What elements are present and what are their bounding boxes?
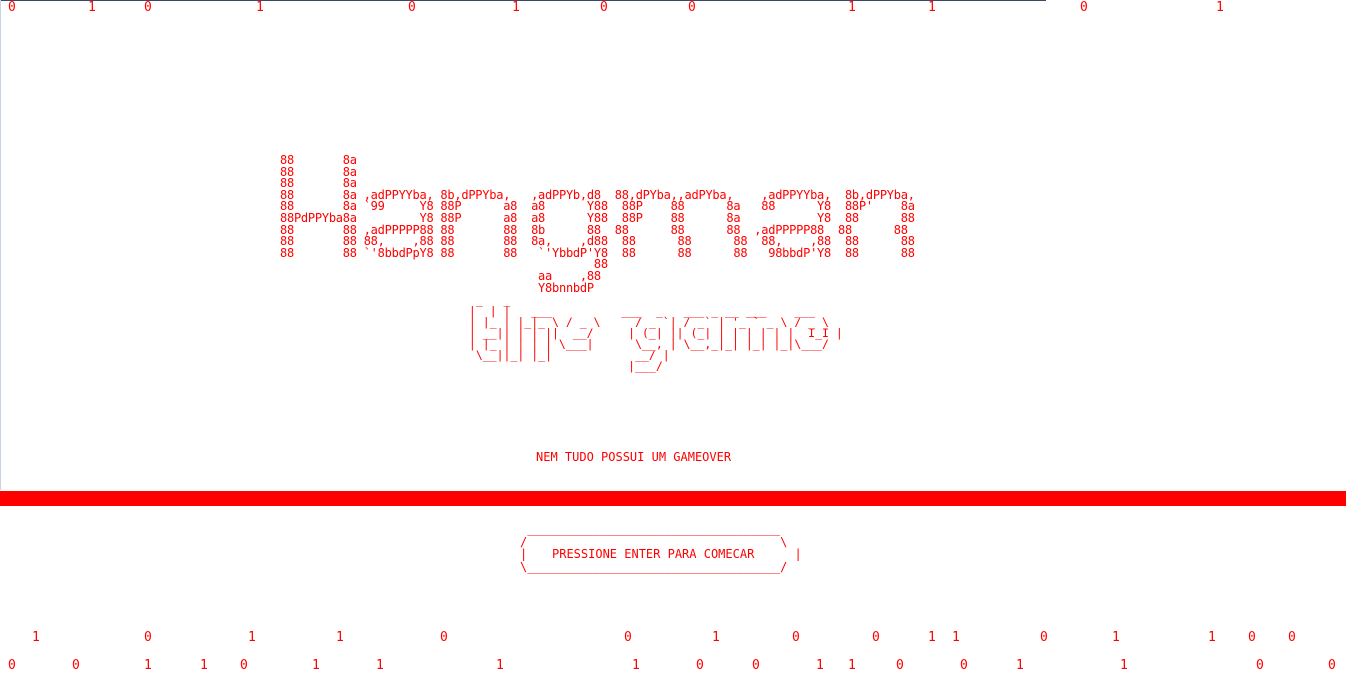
window-left-edge: [0, 0, 1, 490]
title-ascii-the-game: _ _ | | | ___ ___ _ ___ _ __ ___ ___ | |…: [468, 293, 843, 373]
binary-digit: 0: [688, 0, 696, 15]
binary-digit: 1: [816, 658, 824, 673]
divider-bar: [0, 491, 1346, 506]
binary-digit: 0: [144, 0, 152, 15]
binary-digit: 0: [1328, 658, 1336, 673]
binary-digit: 1: [248, 630, 256, 645]
binary-digit: 0: [240, 658, 248, 673]
binary-digit: 0: [624, 630, 632, 645]
binary-digit: 0: [752, 658, 760, 673]
binary-digit: 1: [376, 658, 384, 673]
title-ascii-logo: 88 8a 88 8a 88 8a 88 8a ,adPPYYba, 8b,dP…: [280, 153, 915, 295]
binary-rain-top: 0 1 0 1 0 1 0 0 1 1 0 1: [0, 0, 1346, 16]
binary-digit: 0: [408, 0, 416, 15]
binary-digit: 0: [144, 630, 152, 645]
binary-digit: 0: [8, 658, 16, 673]
binary-digit: 1: [496, 658, 504, 673]
binary-rain-bottom-2: 0 0 1 1 0 1 1 1 1 0 0 1 1 0 0 1 1 0 0: [0, 658, 1346, 674]
binary-digit: 1: [144, 658, 152, 673]
binary-digit: 0: [1248, 630, 1256, 645]
binary-digit: 0: [1288, 630, 1296, 645]
binary-digit: 1: [1016, 658, 1024, 673]
binary-digit: 1: [952, 630, 960, 645]
binary-digit: 0: [696, 658, 704, 673]
binary-digit: 1: [336, 630, 344, 645]
binary-digit: 1: [256, 0, 264, 15]
binary-digit: 0: [960, 658, 968, 673]
binary-rain-bottom-1: 1 0 1 1 0 0 1 0 0 1 1 0 1 1 0 0: [0, 630, 1346, 646]
binary-digit: 0: [896, 658, 904, 673]
binary-digit: 1: [512, 0, 520, 15]
subtitle: NEM TUDO POSSUI UM GAMEOVER: [536, 450, 732, 464]
binary-digit: 0: [1040, 630, 1048, 645]
binary-digit: 1: [200, 658, 208, 673]
binary-digit: 0: [1080, 0, 1088, 15]
binary-digit: 1: [1208, 630, 1216, 645]
binary-digit: 0: [8, 0, 16, 15]
binary-digit: 1: [88, 0, 96, 15]
binary-digit: 1: [712, 630, 720, 645]
start-prompt-button[interactable]: PRESSIONE ENTER PARA COMECAR: [552, 547, 754, 561]
binary-digit: 0: [872, 630, 880, 645]
binary-digit: 0: [1256, 658, 1264, 673]
binary-digit: 1: [928, 0, 936, 15]
binary-digit: 0: [600, 0, 608, 15]
binary-digit: 1: [848, 0, 856, 15]
binary-digit: 0: [440, 630, 448, 645]
binary-digit: 0: [792, 630, 800, 645]
binary-digit: 1: [1120, 658, 1128, 673]
binary-digit: 1: [1216, 0, 1224, 15]
binary-digit: 1: [848, 658, 856, 673]
binary-digit: 1: [1112, 630, 1120, 645]
binary-digit: 1: [928, 630, 936, 645]
binary-digit: 1: [632, 658, 640, 673]
binary-digit: 1: [32, 630, 40, 645]
binary-digit: 0: [72, 658, 80, 673]
binary-digit: 1: [312, 658, 320, 673]
